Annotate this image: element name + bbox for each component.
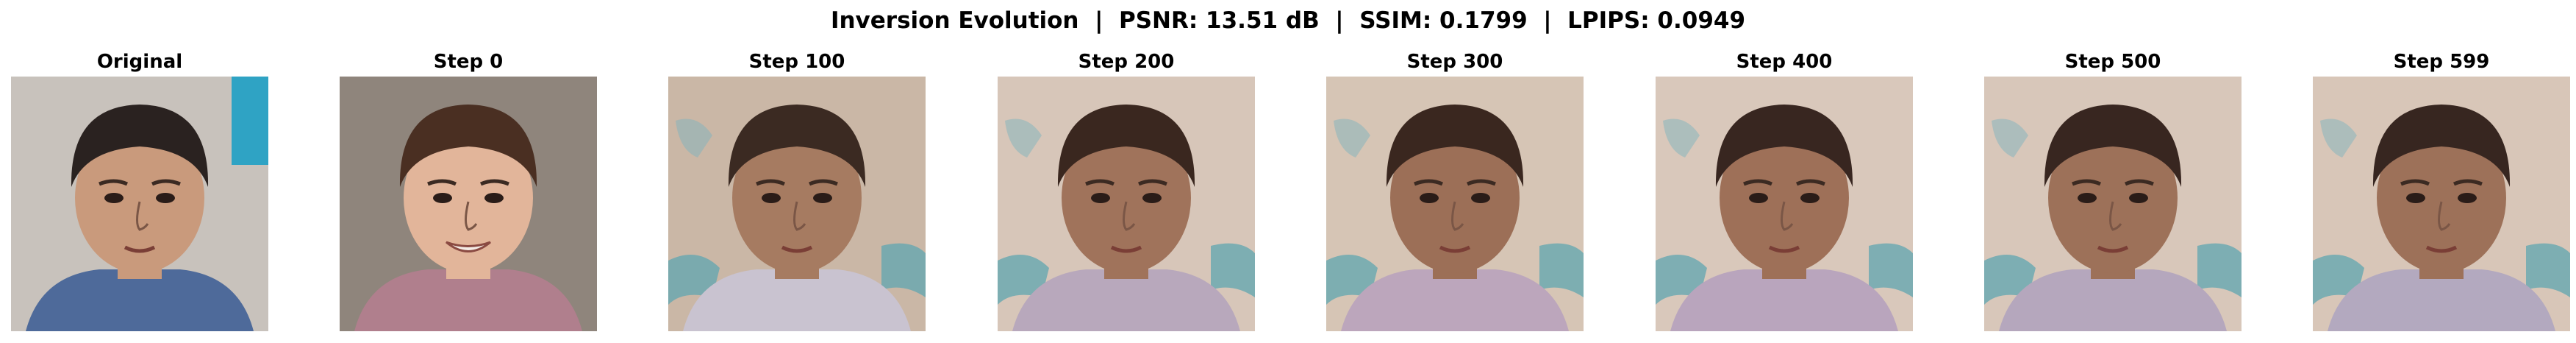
panel-step-599: Step 599 bbox=[2313, 49, 2570, 337]
step-100-face-image bbox=[668, 77, 926, 331]
step-500-face-image bbox=[1984, 77, 2242, 331]
panel-title: Step 0 bbox=[433, 51, 504, 73]
step-300-face-image bbox=[1326, 77, 1584, 331]
panel-title: Original bbox=[96, 51, 183, 73]
step-200-face-image bbox=[998, 77, 1255, 331]
panel-title: Step 599 bbox=[2393, 51, 2490, 73]
step-599-face-image bbox=[2313, 77, 2570, 331]
panel-step-200: Step 200 bbox=[998, 49, 1255, 337]
panel-step-500: Step 500 bbox=[1984, 49, 2242, 337]
original-face-image bbox=[11, 77, 268, 331]
panel-title: Step 400 bbox=[1736, 51, 1833, 73]
figure-title: Inversion Evolution | PSNR: 13.51 dB | S… bbox=[830, 7, 1746, 34]
panel-title: Step 200 bbox=[1078, 51, 1175, 73]
panel-step-100: Step 100 bbox=[668, 49, 926, 337]
panel-title: Step 100 bbox=[748, 51, 845, 73]
panel-original: Original bbox=[11, 49, 268, 337]
panel-title: Step 300 bbox=[1406, 51, 1503, 73]
panel-title: Step 500 bbox=[2064, 51, 2161, 73]
panel-step-400: Step 400 bbox=[1656, 49, 1913, 337]
panel-step-300: Step 300 bbox=[1326, 49, 1584, 337]
step-0-face-image bbox=[340, 77, 597, 331]
step-400-face-image bbox=[1656, 77, 1913, 331]
panel-step-0: Step 0 bbox=[340, 49, 597, 337]
